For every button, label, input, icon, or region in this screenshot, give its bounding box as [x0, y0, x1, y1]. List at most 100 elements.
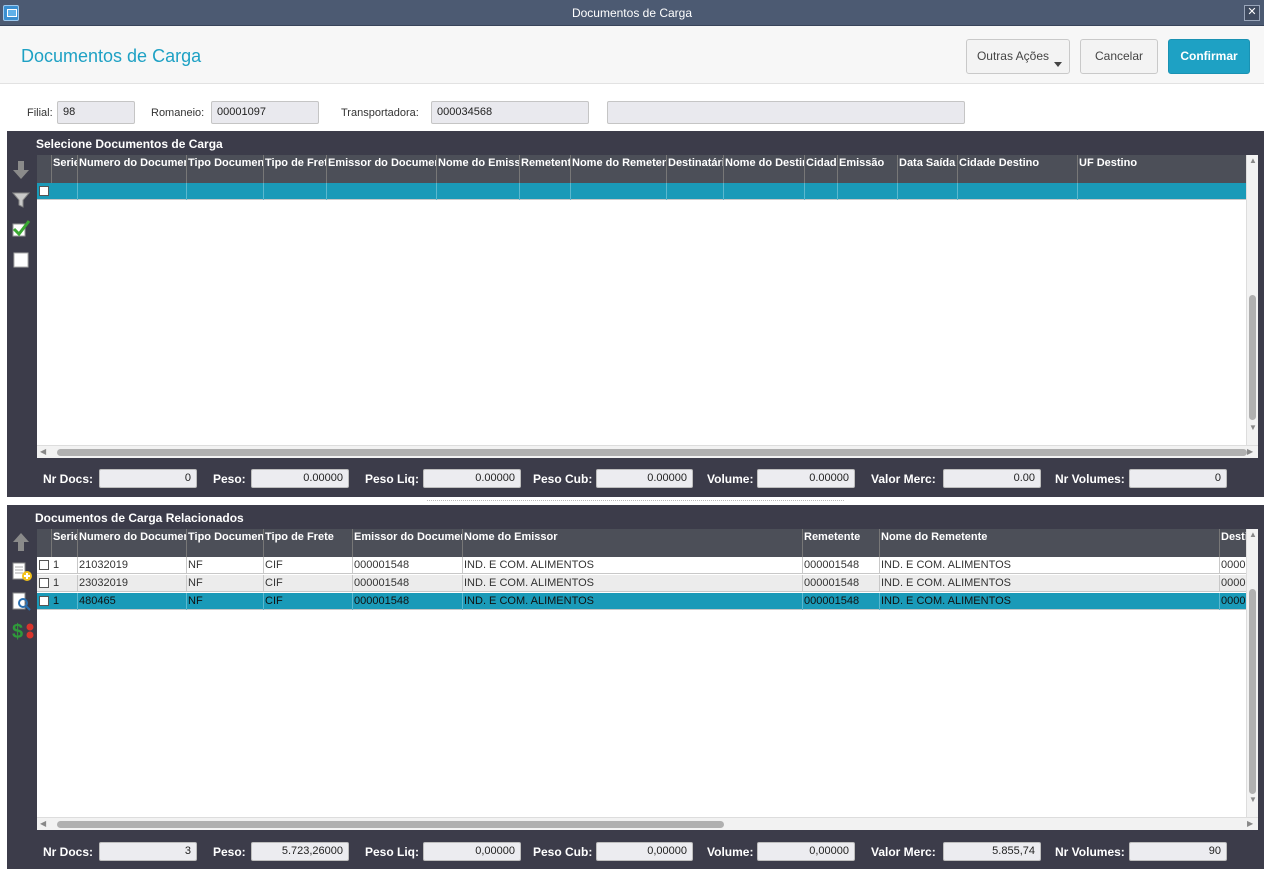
- valor-merc-field: 0.00: [943, 469, 1041, 488]
- horizontal-scrollbar[interactable]: ◀ ▶: [37, 445, 1258, 458]
- column-header[interactable]: Cidade Destino: [958, 155, 1078, 183]
- column-header[interactable]: Nome do Destinatário: [724, 155, 805, 183]
- column-header[interactable]: Serie: [52, 529, 78, 557]
- valor-merc-label: Valor Merc:: [871, 845, 936, 859]
- filial-field[interactable]: 98: [57, 101, 135, 124]
- column-header[interactable]: Numero do Documento: [78, 155, 187, 183]
- cancel-button[interactable]: Cancelar: [1080, 39, 1158, 74]
- vertical-scrollbar[interactable]: ▲ ▼: [1246, 529, 1258, 817]
- cell-nome-emissor: IND. E COM. ALIMENTOS: [463, 575, 803, 592]
- column-header[interactable]: Tipo de Frete: [264, 529, 353, 557]
- valor-merc-field: 5.855,74: [943, 842, 1041, 861]
- cell-tipo-frete: CIF: [264, 575, 353, 592]
- check-all-icon[interactable]: [11, 218, 31, 240]
- column-header[interactable]: Tipo de Frete: [264, 155, 327, 183]
- nr-docs-label: Nr Docs:: [43, 845, 94, 859]
- horizontal-scrollbar[interactable]: ◀ ▶: [37, 817, 1258, 830]
- background-window-edge: [1264, 0, 1285, 869]
- column-header[interactable]: Data Saída: [898, 155, 958, 183]
- page-title: Documentos de Carga: [21, 46, 202, 66]
- table-row[interactable]: 1 480465 NF CIF 000001548 IND. E COM. AL…: [37, 593, 1246, 610]
- column-header[interactable]: Nome do Emissor: [437, 155, 520, 183]
- outras-acoes-label: Outras Ações: [976, 49, 1050, 63]
- scroll-left-icon[interactable]: ◀: [40, 819, 46, 829]
- cell-remetente: 000001548: [803, 557, 880, 574]
- select-all-column[interactable]: [37, 529, 52, 557]
- vertical-scrollbar[interactable]: ▲ ▼: [1246, 155, 1258, 445]
- cell-remetente: 000001548: [803, 593, 880, 610]
- peso-cub-label: Peso Cub:: [533, 472, 593, 486]
- outras-acoes-button[interactable]: Outras Ações: [966, 39, 1070, 74]
- column-header[interactable]: Cidade: [805, 155, 838, 183]
- scrollbar-thumb[interactable]: [57, 821, 724, 828]
- column-header[interactable]: Serie: [52, 155, 78, 183]
- page-header: Documentos de Carga Outras Ações Cancela…: [0, 26, 1264, 84]
- transportadora-nome-field[interactable]: [607, 101, 965, 124]
- scroll-up-icon[interactable]: ▲: [1249, 156, 1257, 166]
- peso-liq-field: 0,00000: [423, 842, 521, 861]
- scrollbar-thumb[interactable]: [57, 449, 1247, 456]
- column-header[interactable]: UF Destino: [1078, 155, 1246, 183]
- column-header[interactable]: Emissor do Documento: [353, 529, 463, 557]
- table-header: Serie Numero do Documento Tipo Documento…: [37, 529, 1246, 557]
- romaneio-field[interactable]: 00001097: [211, 101, 319, 124]
- select-documents-panel: Selecione Documentos de Carga Serie Nume…: [7, 131, 1264, 497]
- column-header[interactable]: Destinatário: [667, 155, 724, 183]
- select-all-column[interactable]: [37, 155, 52, 183]
- row-checkbox[interactable]: [39, 596, 49, 606]
- window-titlebar: Documentos de Carga ✕: [0, 0, 1264, 26]
- table-row[interactable]: [37, 183, 1246, 200]
- nr-volumes-field: 90: [1129, 842, 1227, 861]
- table-row[interactable]: 1 23032019 NF CIF 000001548 IND. E COM. …: [37, 575, 1246, 592]
- cell-destinatario: 00000: [1221, 577, 1246, 589]
- close-icon[interactable]: ✕: [1244, 5, 1260, 21]
- row-checkbox[interactable]: [39, 560, 49, 570]
- select-documents-table: Serie Numero do Documento Tipo Documento…: [37, 155, 1246, 445]
- column-header[interactable]: Destinatário: [1220, 529, 1246, 557]
- cell-emissor: 000001548: [353, 557, 463, 574]
- column-header[interactable]: Emissão: [838, 155, 898, 183]
- panel-splitter[interactable]: [7, 497, 1264, 505]
- cell-tipo-frete: CIF: [264, 593, 353, 610]
- transportadora-field[interactable]: 000034568: [431, 101, 589, 124]
- column-header[interactable]: Nome do Remetente: [880, 529, 1220, 557]
- peso-field: 5.723,26000: [251, 842, 349, 861]
- peso-label: Peso:: [213, 472, 246, 486]
- cell-tipo-doc: NF: [187, 575, 264, 592]
- cell-nome-remetente: IND. E COM. ALIMENTOS: [880, 593, 1220, 610]
- column-header[interactable]: Nome do Emissor: [463, 529, 803, 557]
- scroll-right-icon[interactable]: ▶: [1247, 447, 1253, 457]
- peso-liq-label: Peso Liq:: [365, 472, 420, 486]
- cell-tipo-doc: NF: [187, 593, 264, 610]
- scroll-down-icon[interactable]: ▼: [1249, 795, 1257, 805]
- confirm-button[interactable]: Confirmar: [1168, 39, 1250, 74]
- cell-tipo-frete: CIF: [264, 557, 353, 574]
- column-header[interactable]: Numero do Documento: [78, 529, 187, 557]
- uncheck-all-icon[interactable]: [11, 249, 31, 271]
- column-header[interactable]: Emissor do Documento: [327, 155, 437, 183]
- scrollbar-thumb[interactable]: [1249, 589, 1256, 794]
- column-header[interactable]: Tipo Documento: [187, 529, 264, 557]
- nr-volumes-label: Nr Volumes:: [1055, 845, 1125, 859]
- scroll-up-icon[interactable]: ▲: [1249, 530, 1257, 540]
- scroll-left-icon[interactable]: ◀: [40, 447, 46, 457]
- add-document-icon[interactable]: [11, 561, 32, 583]
- row-checkbox[interactable]: [39, 186, 49, 196]
- table-row[interactable]: 1 21032019 NF CIF 000001548 IND. E COM. …: [37, 557, 1246, 574]
- column-header[interactable]: Nome do Remetente: [571, 155, 667, 183]
- money-icon[interactable]: $: [11, 620, 34, 643]
- arrow-down-icon[interactable]: [11, 159, 31, 181]
- filter-icon[interactable]: [11, 189, 31, 211]
- peso-label: Peso:: [213, 845, 246, 859]
- column-header[interactable]: Remetente: [520, 155, 571, 183]
- filial-label: Filial:: [27, 107, 53, 119]
- row-checkbox[interactable]: [39, 578, 49, 588]
- scroll-right-icon[interactable]: ▶: [1247, 819, 1253, 829]
- view-document-icon[interactable]: [11, 591, 31, 613]
- scrollbar-thumb[interactable]: [1249, 295, 1256, 420]
- column-header[interactable]: Remetente: [803, 529, 880, 557]
- arrow-up-icon[interactable]: [11, 531, 31, 553]
- chevron-down-icon: [1054, 62, 1062, 67]
- column-header[interactable]: Tipo Documento: [187, 155, 264, 183]
- scroll-down-icon[interactable]: ▼: [1249, 423, 1257, 433]
